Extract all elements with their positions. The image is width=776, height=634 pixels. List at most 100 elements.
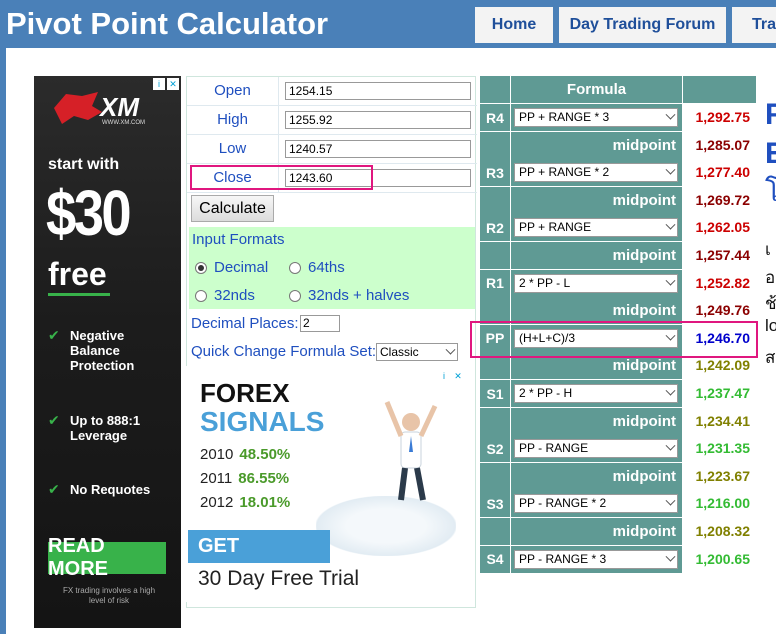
midpoint-value: 1,223.67 bbox=[683, 462, 756, 490]
level-label-blank bbox=[480, 518, 510, 545]
xm-url: WWW.XM.COM bbox=[102, 120, 145, 126]
level-row: S2 PP - RANGE 1,231.35 bbox=[480, 435, 756, 463]
midpoint-value: 1,234.41 bbox=[683, 407, 756, 435]
formula-select[interactable]: PP + RANGE * 3 bbox=[514, 108, 678, 127]
level-label-blank bbox=[480, 407, 510, 435]
year-row: 2012 18.01% bbox=[200, 494, 291, 511]
ad-free-underline bbox=[48, 293, 110, 296]
radio-unchecked-icon bbox=[289, 261, 301, 274]
businessman-icon bbox=[384, 401, 438, 501]
site-title: Pivot Point Calculator bbox=[6, 6, 329, 41]
formula-header-blank bbox=[480, 76, 510, 103]
check-icon: ✔ bbox=[48, 327, 60, 343]
midpoint-value: 1,257.44 bbox=[683, 242, 756, 269]
formula-select[interactable]: PP + RANGE * 2 bbox=[514, 163, 678, 183]
calculate-button[interactable]: Calculate bbox=[191, 195, 274, 222]
radio-unchecked-icon bbox=[195, 289, 207, 302]
midpoint-row: midpoint 1,208.32 bbox=[480, 518, 756, 545]
midpoint-label: midpoint bbox=[511, 462, 682, 490]
ad-choices[interactable]: i ✕ bbox=[438, 370, 464, 382]
right-text-5: อ bbox=[765, 268, 776, 287]
level-value: 1,237.47 bbox=[683, 380, 756, 407]
year-row: 2011 86.55% bbox=[200, 470, 290, 487]
open-input[interactable]: 1254.15 bbox=[285, 82, 471, 100]
level-value: 1,200.65 bbox=[683, 545, 756, 573]
nav-home[interactable]: Home bbox=[475, 7, 553, 43]
formula-select[interactable]: PP - RANGE * 2 bbox=[514, 494, 678, 514]
midpoint-label: midpoint bbox=[511, 131, 682, 159]
page: { "header": { "title": "Pivot Point Calc… bbox=[0, 0, 776, 634]
level-value: 1,292.75 bbox=[683, 104, 756, 131]
high-input[interactable]: 1255.92 bbox=[285, 111, 471, 129]
right-text-3: โ bbox=[765, 176, 776, 207]
midpoint-row: midpoint 1,223.67 bbox=[480, 462, 756, 490]
midpoint-label: midpoint bbox=[511, 242, 682, 269]
right-text-4: เ bbox=[765, 240, 771, 259]
nav-trading-clipped[interactable]: Trac bbox=[732, 7, 776, 43]
read-more-button[interactable]: READ MORE bbox=[48, 535, 166, 580]
midpoint-value: 1,285.07 bbox=[683, 131, 756, 159]
level-row: R1 2 * PP - L 1,252.82 bbox=[480, 269, 756, 297]
midpoint-label: midpoint bbox=[511, 186, 682, 214]
quick-change-label: Quick Change Formula Set: bbox=[191, 343, 377, 360]
midpoint-row: midpoint 1,285.07 bbox=[480, 131, 756, 159]
value-header-blank bbox=[683, 76, 756, 103]
level-value: 1,216.00 bbox=[683, 490, 756, 518]
format-64ths-radio[interactable]: 64ths bbox=[289, 259, 345, 276]
ad-amount: $30 bbox=[46, 177, 132, 249]
year-row: 2010 48.50% bbox=[200, 446, 291, 463]
xm-advertisement[interactable]: i ✕ XM WWW.XM.COM start with $30 free ✔ … bbox=[34, 76, 181, 628]
formula-select[interactable]: 2 * PP - H bbox=[514, 384, 678, 403]
low-input[interactable]: 1240.57 bbox=[285, 140, 471, 158]
ad-choices[interactable]: i ✕ bbox=[153, 78, 179, 90]
pp-highlight bbox=[470, 321, 758, 358]
decimal-places-input[interactable]: 2 bbox=[300, 315, 340, 332]
free-trial-text: 30 Day Free Trial bbox=[198, 567, 360, 590]
formula-select[interactable]: PP - RANGE * 3 bbox=[514, 549, 678, 569]
right-text-7: lo bbox=[765, 316, 776, 335]
get-started-button[interactable]: GET STARTED bbox=[188, 530, 330, 590]
level-row: R2 PP + RANGE 1,262.05 bbox=[480, 214, 756, 242]
radio-unchecked-icon bbox=[289, 289, 301, 302]
level-label: S3 bbox=[480, 490, 510, 518]
forex-signals-advertisement[interactable]: i ✕ FOREX SIGNALS 2010 48.50% 2011 86.55% … bbox=[186, 366, 470, 602]
level-value: 1,231.35 bbox=[683, 435, 756, 463]
chevron-down-icon bbox=[665, 109, 676, 120]
chevron-down-icon bbox=[665, 385, 676, 396]
chevron-down-icon bbox=[665, 164, 676, 175]
format-32nds-halves-radio[interactable]: 32nds + halves bbox=[289, 287, 409, 304]
formula-select[interactable]: PP - RANGE bbox=[514, 439, 678, 459]
level-label: S4 bbox=[480, 545, 510, 573]
open-label: Open bbox=[187, 77, 279, 105]
ad-info-icon[interactable]: i bbox=[438, 370, 450, 382]
close-highlight bbox=[190, 165, 373, 190]
chevron-down-icon bbox=[665, 220, 676, 231]
chevron-down-icon bbox=[665, 440, 676, 451]
ad-info-icon[interactable]: i bbox=[153, 78, 165, 90]
formula-select[interactable]: PP + RANGE bbox=[514, 218, 678, 238]
midpoint-value: 1,269.72 bbox=[683, 186, 756, 214]
format-decimal-radio[interactable]: Decimal bbox=[195, 259, 268, 276]
chevron-down-icon bbox=[665, 496, 676, 507]
ad-close-icon[interactable]: ✕ bbox=[167, 78, 179, 90]
site-header: Pivot Point Calculator Home Day Trading … bbox=[0, 0, 776, 48]
nav-day-trading-forum[interactable]: Day Trading Forum bbox=[559, 7, 726, 43]
right-text-1: F bbox=[765, 98, 776, 131]
forex-title: FOREX bbox=[200, 378, 290, 408]
signals-title: SIGNALS bbox=[200, 406, 325, 437]
level-row: S3 PP - RANGE * 2 1,216.00 bbox=[480, 490, 756, 518]
input-formats-box: Input Formats Decimal 64ths 32nds 32nds … bbox=[189, 227, 475, 309]
ad-close-icon[interactable]: ✕ bbox=[452, 370, 464, 382]
level-label-blank bbox=[480, 242, 510, 269]
right-text-2: E bbox=[765, 137, 776, 170]
level-value: 1,277.40 bbox=[683, 159, 756, 187]
radio-checked-icon bbox=[195, 261, 207, 274]
formula-select[interactable]: 2 * PP - L bbox=[514, 273, 678, 293]
format-32nds-radio[interactable]: 32nds bbox=[195, 287, 255, 304]
ad-start-with: start with bbox=[48, 156, 120, 173]
xm-brand: XM bbox=[100, 92, 139, 122]
formula-set-select[interactable]: Classic bbox=[376, 343, 458, 361]
level-value: 1,252.82 bbox=[683, 269, 756, 297]
level-row: S4 PP - RANGE * 3 1,200.65 bbox=[480, 545, 756, 573]
level-label: R2 bbox=[480, 214, 510, 242]
